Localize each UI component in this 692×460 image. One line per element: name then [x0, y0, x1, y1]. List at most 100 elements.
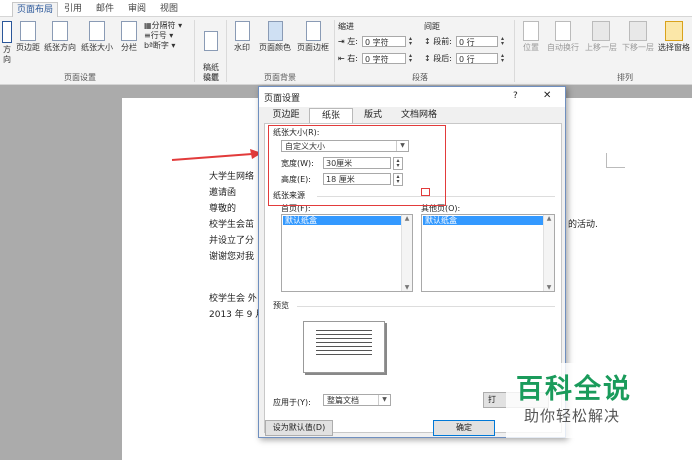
doc-line: 邀请函	[209, 188, 237, 198]
orientation-icon	[2, 21, 12, 43]
doc-line-tail: 的活动.	[568, 220, 598, 230]
ribbon-divider	[514, 20, 515, 82]
tab-page-layout[interactable]: 页面布局	[12, 2, 59, 18]
spacing-before-label: ↕ 段前:	[424, 37, 452, 46]
spacing-after-label: ↕ 段后:	[424, 54, 452, 63]
indent-right-label: ⇤ 右:	[338, 54, 358, 63]
watermark-subtitle: 助你轻松解决	[524, 407, 621, 425]
send-backward-icon	[629, 21, 647, 41]
line-numbers-menu[interactable]: ≡行号 ▾	[144, 31, 192, 41]
position-button[interactable]: 位置	[518, 21, 544, 53]
watermark-button[interactable]: 水印	[230, 21, 254, 53]
draft-paper-icon	[204, 31, 218, 51]
breaks-menu[interactable]: ▦分隔符 ▾	[144, 21, 192, 31]
bring-forward-icon	[592, 21, 610, 41]
group-label-page-background: 页面背景	[264, 73, 296, 82]
dialog-titlebar: 页面设置 ? ✕	[259, 87, 565, 107]
orientation-button[interactable]: 方向	[0, 21, 14, 65]
annotation-arrow-shaft	[171, 153, 253, 161]
hyphenation-menu[interactable]: bª断字 ▾	[144, 41, 192, 51]
other-pages-scrollbar[interactable]: ▲ ▼	[543, 215, 554, 291]
doc-line: 大学生网络	[209, 172, 255, 182]
send-backward-button[interactable]: 下移一层	[620, 21, 656, 53]
margins-icon	[20, 21, 36, 41]
selection-pane-button[interactable]: 选择窗格	[656, 21, 692, 53]
ribbon: 方向 页边距 纸张方向 纸张大小 分栏 ▦分隔符 ▾ ≡行号 ▾ bª断字 ▾ …	[0, 17, 692, 85]
indent-left-label: ⇥ 左:	[338, 37, 358, 46]
position-icon	[523, 21, 539, 41]
ribbon-divider	[226, 20, 227, 82]
other-pages-list[interactable]: 默认纸盒 ▲ ▼	[421, 214, 555, 292]
page-color-icon	[267, 21, 283, 41]
paper-size-icon	[89, 21, 105, 41]
margins-button[interactable]: 页边距	[14, 21, 42, 53]
scroll-down-icon[interactable]: ▼	[402, 284, 412, 291]
list-item-selected[interactable]: 默认纸盒	[283, 216, 401, 225]
page-preview	[303, 321, 385, 373]
spacing-after-field[interactable]: 0 行	[456, 53, 498, 64]
highlight-box	[268, 125, 446, 206]
group-label-page-setup: 页面设置	[64, 73, 96, 82]
tab-layout[interactable]: 版式	[353, 108, 393, 123]
ribbon-divider	[194, 20, 195, 82]
preview-label: 预览	[273, 301, 289, 310]
tab-document-grid[interactable]: 文档网格	[395, 108, 443, 123]
section-divider	[297, 306, 555, 307]
ok-button[interactable]: 确定	[433, 420, 495, 436]
tab-view[interactable]: 视图	[156, 2, 182, 16]
highlight-marker	[421, 188, 430, 196]
doc-line: 2013 年 9 月	[209, 310, 265, 320]
page-borders-button[interactable]: 页面边框	[294, 21, 332, 53]
watermark-overlay: 百科全说 助你轻松解决	[506, 363, 692, 438]
scroll-up-icon[interactable]: ▲	[402, 215, 412, 222]
spacing-title: 间距	[424, 22, 440, 31]
indent-left-spinner[interactable]: ▴ ▾	[407, 36, 414, 47]
doc-line: 校学生会 外	[209, 294, 257, 304]
bring-forward-button[interactable]: 上移一层	[582, 21, 620, 53]
first-page-scrollbar[interactable]: ▲ ▼	[401, 215, 412, 291]
tab-mailings[interactable]: 邮件	[92, 2, 118, 16]
spacing-before-field[interactable]: 0 行	[456, 36, 498, 47]
dialog-title: 页面设置	[264, 94, 301, 104]
columns-button[interactable]: 分栏	[118, 21, 140, 53]
help-button[interactable]: ?	[513, 91, 518, 101]
columns-icon	[121, 21, 137, 41]
indent-right-field[interactable]: 0 字符	[362, 53, 406, 64]
paper-orientation-button[interactable]: 纸张方向	[42, 21, 78, 53]
tab-review[interactable]: 审阅	[124, 2, 150, 16]
watermark-title: 百科全说	[516, 374, 632, 405]
page-color-button[interactable]: 页面颜色	[256, 21, 294, 53]
wrap-text-button[interactable]: 自动换行	[544, 21, 582, 53]
tab-paper[interactable]: 纸张	[309, 108, 353, 124]
set-as-default-button[interactable]: 设为默认值(D)	[265, 420, 333, 436]
doc-line: 尊敬的	[209, 204, 237, 214]
paper-size-button[interactable]: 纸张大小	[78, 21, 116, 53]
close-button[interactable]: ✕	[543, 90, 551, 101]
tab-references[interactable]: 引用	[60, 2, 86, 16]
annotation-arrow	[171, 149, 262, 161]
page-corner-mark	[606, 153, 625, 168]
indent-title: 缩进	[338, 22, 354, 31]
group-label-draft-paper: 稿纸	[203, 73, 219, 82]
selection-pane-icon	[665, 21, 683, 41]
group-label-arrange: 排列	[617, 73, 633, 82]
indent-left-field[interactable]: 0 字符	[362, 36, 406, 47]
watermark-icon	[234, 21, 250, 41]
ribbon-tab-bar: 页面布局 引用 邮件 审阅 视图	[0, 0, 692, 18]
first-page-list[interactable]: 默认纸盒 ▲ ▼	[281, 214, 413, 292]
tab-margins[interactable]: 页边距	[265, 108, 307, 123]
wrap-text-icon	[555, 21, 571, 41]
doc-line: 校学生会茁	[209, 220, 255, 230]
indent-right-spinner[interactable]: ▴ ▾	[407, 53, 414, 64]
group-label-paragraph: 段落	[412, 73, 428, 82]
page-setup-small-group: ▦分隔符 ▾ ≡行号 ▾ bª断字 ▾	[144, 21, 192, 51]
ribbon-divider	[334, 20, 335, 82]
scroll-up-icon[interactable]: ▲	[544, 215, 554, 222]
scroll-down-icon[interactable]: ▼	[544, 284, 554, 291]
doc-line: 并设立了分	[209, 236, 255, 246]
spacing-after-spinner[interactable]: ▴ ▾	[499, 53, 506, 64]
doc-line: 谢谢您对我	[209, 252, 255, 262]
apply-to-select[interactable]: 整篇文档 ▼	[323, 394, 391, 406]
spacing-before-spinner[interactable]: ▴ ▾	[499, 36, 506, 47]
list-item-selected[interactable]: 默认纸盒	[423, 216, 543, 225]
